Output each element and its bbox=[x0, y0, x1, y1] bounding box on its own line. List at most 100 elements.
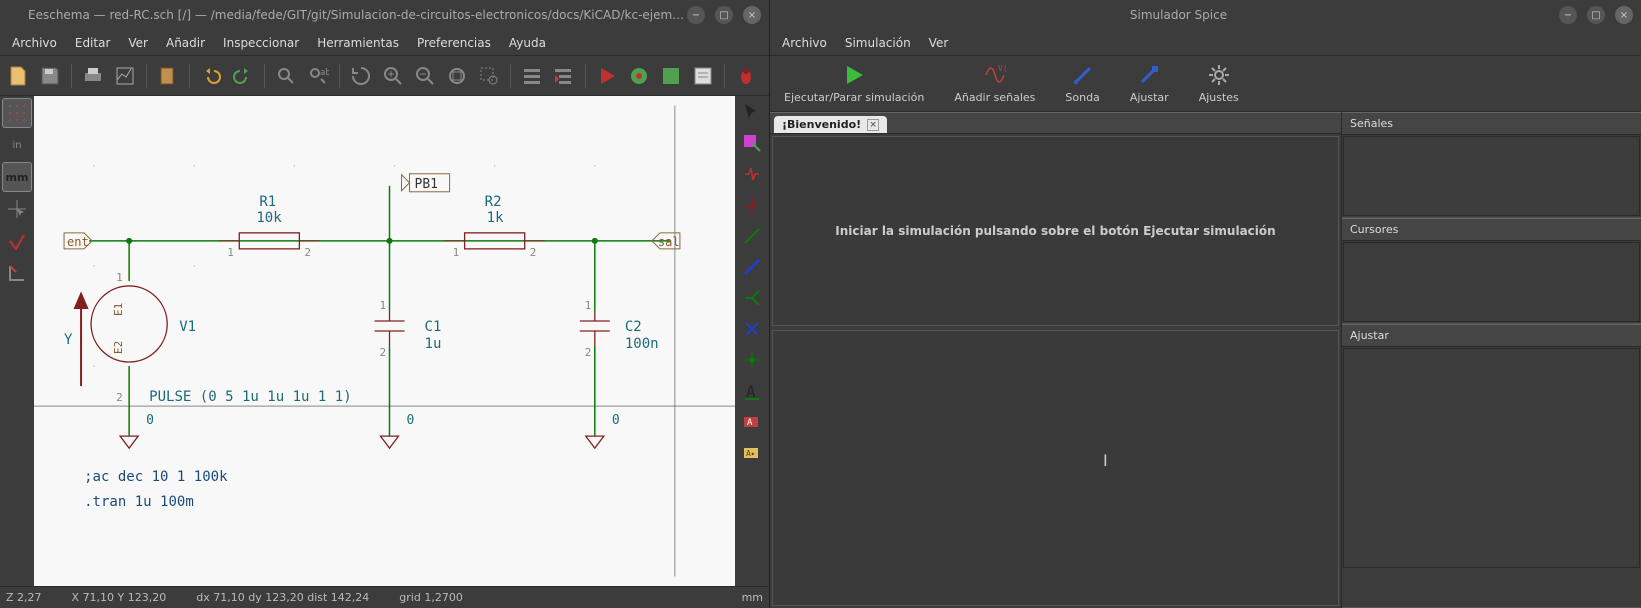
find-icon[interactable] bbox=[272, 62, 300, 90]
minimize-button[interactable]: − bbox=[687, 6, 705, 24]
svg-text:2: 2 bbox=[379, 346, 386, 359]
menu-simulacion[interactable]: Simulación bbox=[837, 33, 919, 53]
svg-text:C2: C2 bbox=[625, 319, 642, 335]
svg-text:1: 1 bbox=[116, 271, 123, 284]
close-button[interactable]: × bbox=[743, 6, 761, 24]
svg-text:2: 2 bbox=[116, 391, 123, 404]
bom-icon[interactable] bbox=[689, 62, 717, 90]
menu-archivo[interactable]: Archivo bbox=[4, 33, 65, 53]
select-icon[interactable] bbox=[738, 98, 766, 126]
place-global-label-icon[interactable]: A bbox=[738, 408, 766, 436]
status-unit: mm bbox=[742, 591, 763, 604]
menu-ver[interactable]: Ver bbox=[120, 33, 156, 53]
units-in-icon[interactable]: in bbox=[2, 130, 32, 160]
paste-icon[interactable] bbox=[154, 62, 182, 90]
print-icon[interactable] bbox=[79, 62, 107, 90]
console-area[interactable]: I bbox=[772, 330, 1339, 606]
svg-text:V1: V1 bbox=[179, 319, 196, 335]
place-label-icon[interactable]: A bbox=[738, 377, 766, 405]
svg-text:C1: C1 bbox=[425, 319, 442, 335]
svg-text:Y: Y bbox=[64, 332, 73, 348]
close-button[interactable]: × bbox=[1615, 6, 1633, 24]
panel-adjust-content[interactable] bbox=[1343, 348, 1640, 568]
eeschema-title: Eeschema — red-RC.sch [/] — /media/fede/… bbox=[28, 8, 687, 22]
tune-button[interactable]: Ajustar bbox=[1130, 63, 1169, 104]
cursor-shape-icon[interactable] bbox=[2, 194, 32, 224]
redo-icon[interactable] bbox=[229, 62, 257, 90]
schematic-canvas[interactable]: ent sal PB1 R1 bbox=[34, 96, 735, 586]
place-bus-entry-icon[interactable] bbox=[738, 284, 766, 312]
menu-archivo[interactable]: Archivo bbox=[774, 33, 835, 53]
left-toolbar: in mm bbox=[0, 96, 34, 586]
svg-text:0: 0 bbox=[407, 413, 415, 428]
place-symbol-icon[interactable] bbox=[738, 160, 766, 188]
new-icon[interactable] bbox=[4, 62, 32, 90]
place-noconnect-icon[interactable] bbox=[738, 315, 766, 343]
settings-button[interactable]: Ajustes bbox=[1199, 63, 1239, 104]
run-sim-button[interactable]: Ejecutar/Parar simulación bbox=[784, 63, 924, 104]
svg-text:2: 2 bbox=[304, 246, 311, 259]
menu-ayuda[interactable]: Ayuda bbox=[501, 33, 554, 53]
undo-icon[interactable] bbox=[197, 62, 225, 90]
hierarchy-icon[interactable] bbox=[518, 62, 546, 90]
force-hv-icon[interactable] bbox=[2, 258, 32, 288]
menu-editar[interactable]: Editar bbox=[67, 33, 119, 53]
panel-cursors-header[interactable]: Cursores bbox=[1342, 218, 1641, 241]
svg-text:E2: E2 bbox=[112, 341, 125, 354]
menu-herramientas[interactable]: Herramientas bbox=[309, 33, 407, 53]
save-icon[interactable] bbox=[36, 62, 64, 90]
plot-area[interactable]: Iniciar la simulación pulsando sobre el … bbox=[772, 136, 1339, 326]
menu-anadir[interactable]: Añadir bbox=[158, 33, 213, 53]
eeschema-toolbar: ab bbox=[0, 56, 769, 96]
zoom-in-icon[interactable] bbox=[379, 62, 407, 90]
leave-sheet-icon[interactable] bbox=[550, 62, 578, 90]
svg-text:ent: ent bbox=[67, 235, 89, 249]
units-mm-icon[interactable]: mm bbox=[2, 162, 32, 192]
zoom-fit-icon[interactable] bbox=[443, 62, 471, 90]
status-dxy: dx 71,10 dy 123,20 dist 142,24 bbox=[196, 591, 369, 604]
place-junction-icon[interactable] bbox=[738, 346, 766, 374]
spice-tabbar: ¡Bienvenido! × bbox=[770, 112, 1341, 134]
status-z: Z 2,27 bbox=[6, 591, 42, 604]
hidden-pins-icon[interactable] bbox=[2, 226, 32, 256]
zoom-selection-icon[interactable] bbox=[475, 62, 503, 90]
svg-text:10k: 10k bbox=[256, 210, 282, 226]
bug-icon[interactable] bbox=[732, 62, 760, 90]
maximize-button[interactable]: □ bbox=[715, 6, 733, 24]
panel-adjust-header[interactable]: Ajustar bbox=[1342, 324, 1641, 347]
panel-cursors-content[interactable] bbox=[1343, 242, 1640, 322]
menu-preferencias[interactable]: Preferencias bbox=[409, 33, 499, 53]
zoom-redraw-icon[interactable] bbox=[347, 62, 375, 90]
close-tab-icon[interactable]: × bbox=[867, 119, 879, 131]
probe-button[interactable]: Sonda bbox=[1065, 63, 1099, 104]
replace-icon[interactable]: ab bbox=[304, 62, 332, 90]
erc-icon[interactable] bbox=[625, 62, 653, 90]
tab-bienvenido[interactable]: ¡Bienvenido! × bbox=[774, 116, 887, 133]
place-power-icon[interactable] bbox=[738, 191, 766, 219]
zoom-out-icon[interactable] bbox=[411, 62, 439, 90]
panel-signals-header[interactable]: Señales bbox=[1342, 112, 1641, 135]
menu-ver[interactable]: Ver bbox=[921, 33, 957, 53]
grid-icon[interactable] bbox=[2, 98, 32, 128]
plot-icon[interactable] bbox=[111, 62, 139, 90]
svg-text:2: 2 bbox=[530, 246, 537, 259]
minimize-button[interactable]: − bbox=[1559, 6, 1577, 24]
svg-text:A: A bbox=[747, 418, 753, 428]
eeschema-menubar: Archivo Editar Ver Añadir Inspeccionar H… bbox=[0, 30, 769, 56]
spice-title: Simulador Spice bbox=[798, 8, 1559, 22]
place-wire-icon[interactable] bbox=[738, 222, 766, 250]
svg-text:sal: sal bbox=[658, 235, 680, 249]
maximize-button[interactable]: □ bbox=[1587, 6, 1605, 24]
place-hier-label-icon[interactable]: A▸ bbox=[738, 439, 766, 467]
netlist-icon[interactable] bbox=[657, 62, 685, 90]
highlight-net-icon[interactable] bbox=[738, 129, 766, 157]
place-bus-icon[interactable] bbox=[738, 253, 766, 281]
svg-text:R2: R2 bbox=[485, 194, 502, 210]
menu-inspeccionar[interactable]: Inspeccionar bbox=[215, 33, 307, 53]
right-toolbar: A A A▸ bbox=[735, 96, 769, 586]
panel-signals-content[interactable] bbox=[1343, 136, 1640, 216]
side-panels: Señales Cursores Ajustar bbox=[1341, 112, 1641, 608]
status-xy: X 71,10 Y 123,20 bbox=[72, 591, 167, 604]
run-sim-icon[interactable] bbox=[593, 62, 621, 90]
add-signals-button[interactable]: V(t) Añadir señales bbox=[954, 63, 1035, 104]
